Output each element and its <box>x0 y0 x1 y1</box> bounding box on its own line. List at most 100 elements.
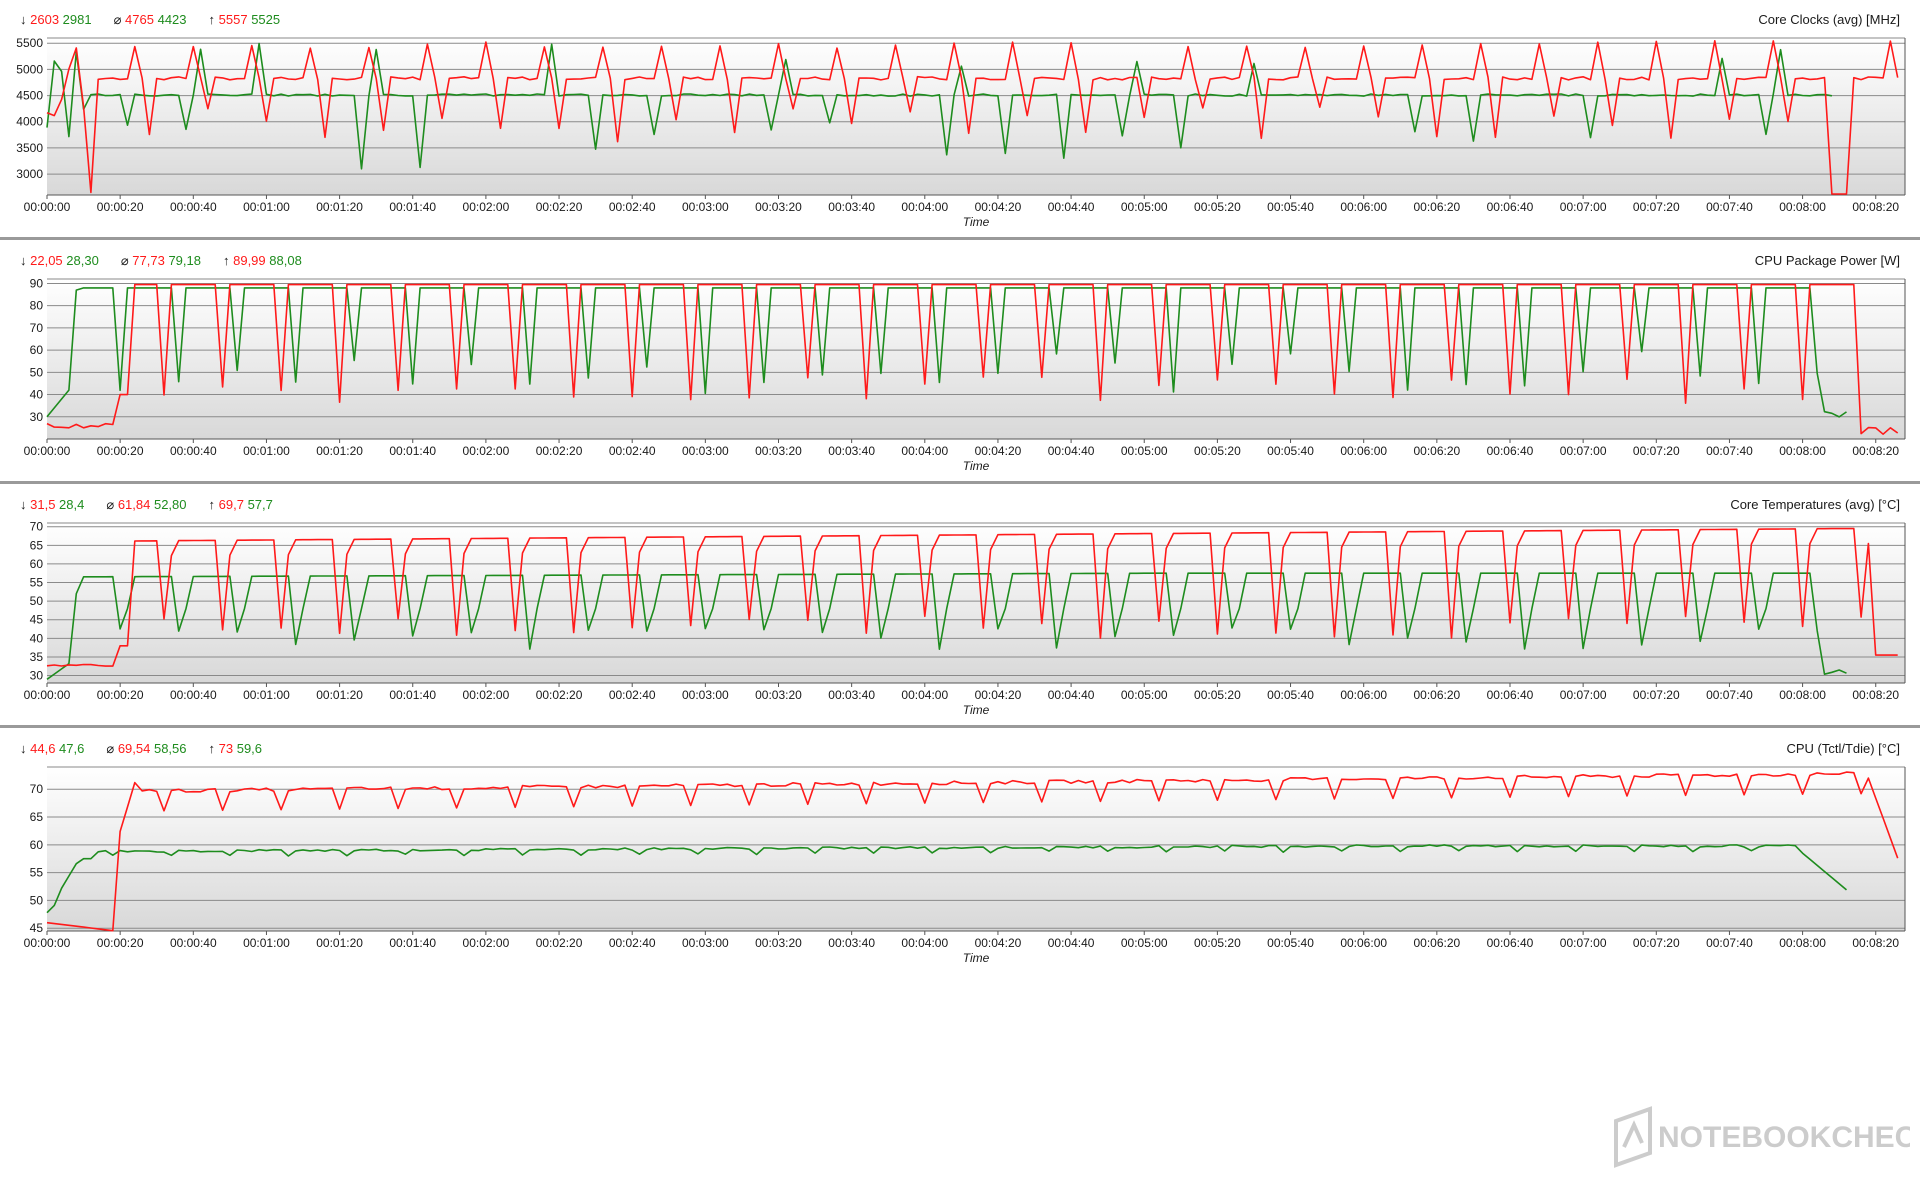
x-tick-label: 00:06:20 <box>1413 936 1460 950</box>
x-tick-label: 00:03:40 <box>828 936 875 950</box>
x-tick-label: 00:07:20 <box>1633 688 1680 702</box>
x-tick-label: 00:08:00 <box>1779 688 1826 702</box>
x-tick-label: 00:02:20 <box>536 444 583 458</box>
x-tick-label: 00:08:20 <box>1852 688 1899 702</box>
plot-area <box>47 38 1905 195</box>
panel-separator <box>0 725 1920 728</box>
y-tick-label: 80 <box>30 299 44 313</box>
stat-max-green: 57,7 <box>248 497 273 512</box>
x-tick-label: 00:03:20 <box>755 688 802 702</box>
x-tick-label: 00:01:40 <box>389 200 436 214</box>
x-tick-label: 00:04:40 <box>1048 936 1095 950</box>
x-tick-label: 00:01:00 <box>243 444 290 458</box>
stat-min-green: 28,30 <box>66 253 99 268</box>
plot-area <box>47 523 1905 683</box>
x-tick-label: 00:02:20 <box>536 688 583 702</box>
x-tick-label: 00:00:40 <box>170 688 217 702</box>
x-tick-label: 00:01:00 <box>243 200 290 214</box>
stat-min-red: 2603 <box>30 12 63 27</box>
x-tick-label: 00:01:20 <box>316 936 363 950</box>
x-tick-label: 00:06:40 <box>1487 936 1534 950</box>
x-tick-label: 00:02:20 <box>536 936 583 950</box>
y-tick-label: 65 <box>30 538 44 552</box>
x-axis-label: Time <box>963 703 990 717</box>
x-tick-label: 00:07:20 <box>1633 200 1680 214</box>
x-tick-label: 00:06:40 <box>1487 444 1534 458</box>
x-tick-label: 00:05:00 <box>1121 688 1168 702</box>
y-tick-label: 50 <box>30 594 44 608</box>
x-tick-label: 00:00:20 <box>97 688 144 702</box>
y-tick-label: 30 <box>30 410 44 424</box>
chart-panel-1: ↓ 2603 2981 ⌀ 4765 4423 ↑ 5557 5525 Core Cl… <box>16 12 1906 229</box>
y-tick-label: 70 <box>30 520 44 534</box>
avg-symbol-icon: ⌀ <box>114 12 125 27</box>
x-tick-label: 00:02:00 <box>463 688 510 702</box>
y-tick-label: 4500 <box>16 89 43 103</box>
stats-readout: ↓ 44,6 47,6 ⌀ 69,54 58,56 ↑ 73 59,6 <box>20 741 262 756</box>
x-tick-label: 00:07:00 <box>1560 200 1607 214</box>
x-tick-label: 00:07:40 <box>1706 200 1753 214</box>
notebookcheck-logo-icon <box>1614 1106 1652 1168</box>
stat-avg-green: 4423 <box>158 12 187 27</box>
x-tick-label: 00:07:40 <box>1706 444 1753 458</box>
x-tick-label: 00:01:40 <box>389 936 436 950</box>
stat-avg-green: 52,80 <box>154 497 187 512</box>
x-tick-label: 00:08:20 <box>1852 200 1899 214</box>
x-tick-label: 00:04:40 <box>1048 200 1095 214</box>
x-tick-label: 00:07:00 <box>1560 936 1607 950</box>
x-tick-label: 00:06:00 <box>1340 200 1387 214</box>
stat-avg-red: 69,54 <box>118 741 154 756</box>
x-axis-label: Time <box>963 459 990 473</box>
avg-symbol-icon: ⌀ <box>106 741 117 756</box>
x-tick-label: 00:02:00 <box>463 200 510 214</box>
x-tick-label: 00:06:00 <box>1340 688 1387 702</box>
max-arrow-icon: ↑ <box>209 12 219 27</box>
y-tick-label: 65 <box>30 810 44 824</box>
x-tick-label: 00:04:20 <box>975 444 1022 458</box>
x-tick-label: 00:01:20 <box>316 688 363 702</box>
x-tick-label: 00:05:40 <box>1267 444 1314 458</box>
x-tick-label: 00:06:40 <box>1487 688 1534 702</box>
x-tick-label: 00:06:20 <box>1413 444 1460 458</box>
x-tick-label: 00:04:00 <box>901 200 948 214</box>
x-tick-label: 00:03:00 <box>682 200 729 214</box>
x-tick-label: 00:02:40 <box>609 444 656 458</box>
chart-title: Core Temperatures (avg) [°C] <box>1730 497 1900 512</box>
max-arrow-icon: ↑ <box>223 253 233 268</box>
x-tick-label: 00:00:00 <box>24 936 71 950</box>
x-tick-label: 00:06:00 <box>1340 444 1387 458</box>
min-arrow-icon: ↓ <box>20 497 30 512</box>
x-tick-label: 00:00:20 <box>97 936 144 950</box>
x-tick-label: 00:02:40 <box>609 688 656 702</box>
y-tick-label: 5500 <box>16 36 43 50</box>
min-arrow-icon: ↓ <box>20 12 30 27</box>
stat-avg-red: 4765 <box>125 12 158 27</box>
plot-area <box>47 767 1905 931</box>
chart-panel-4: ↓ 44,6 47,6 ⌀ 69,54 58,56 ↑ 73 59,6 CPU (Tc… <box>20 741 1906 965</box>
x-tick-label: 00:05:20 <box>1194 688 1241 702</box>
chart-title: CPU (Tctl/Tdie) [°C] <box>1786 741 1900 756</box>
x-tick-label: 00:05:00 <box>1121 936 1168 950</box>
x-tick-label: 00:07:00 <box>1560 444 1607 458</box>
x-tick-label: 00:00:40 <box>170 936 217 950</box>
stat-max-red: 73 <box>219 741 237 756</box>
x-tick-label: 00:04:40 <box>1048 444 1095 458</box>
x-tick-label: 00:01:40 <box>389 688 436 702</box>
stat-avg-green: 79,18 <box>168 253 201 268</box>
stats-readout: ↓ 2603 2981 ⌀ 4765 4423 ↑ 5557 5525 <box>20 12 280 27</box>
chart-title: CPU Package Power [W] <box>1755 253 1900 268</box>
x-tick-label: 00:05:00 <box>1121 444 1168 458</box>
x-tick-label: 00:00:20 <box>97 200 144 214</box>
chart-title: Core Clocks (avg) [MHz] <box>1758 12 1900 27</box>
x-tick-label: 00:08:00 <box>1779 444 1826 458</box>
y-tick-label: 35 <box>30 650 44 664</box>
stat-min-red: 31,5 <box>30 497 59 512</box>
x-tick-label: 00:04:20 <box>975 200 1022 214</box>
x-tick-label: 00:01:20 <box>316 444 363 458</box>
y-tick-label: 70 <box>30 321 44 335</box>
stat-max-red: 89,99 <box>233 253 269 268</box>
x-tick-label: 00:07:40 <box>1706 936 1753 950</box>
stat-avg-green: 58,56 <box>154 741 187 756</box>
max-arrow-icon: ↑ <box>209 497 219 512</box>
stat-max-green: 88,08 <box>269 253 302 268</box>
